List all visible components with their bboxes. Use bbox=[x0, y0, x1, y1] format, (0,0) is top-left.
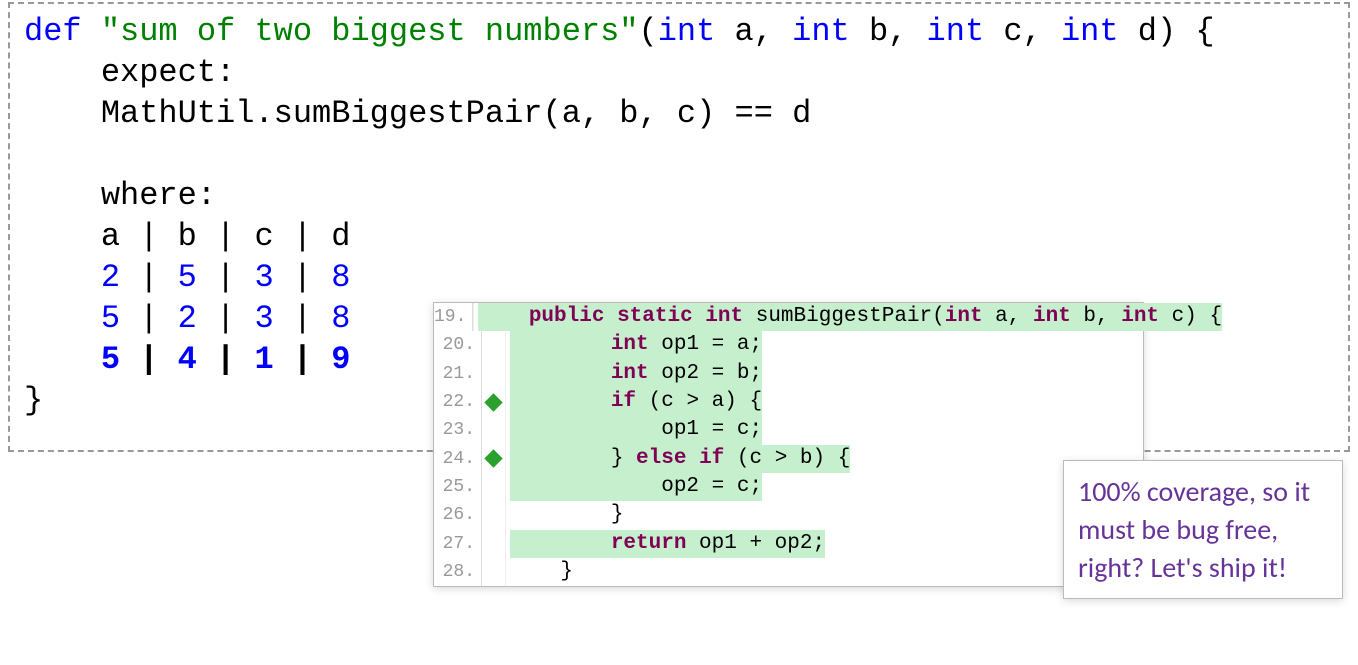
code-line-24: 24. } else if (c > b) { bbox=[434, 445, 1143, 473]
line-number: 20. bbox=[434, 331, 482, 359]
code-line-28: 28. } bbox=[434, 558, 1143, 586]
where-label: where: bbox=[24, 177, 216, 214]
code-line-23: 23. op1 = c; bbox=[434, 416, 1143, 444]
expect-label: expect: bbox=[24, 54, 235, 91]
coverage-diamond-icon bbox=[482, 388, 506, 416]
table-header: a | b | c | d bbox=[24, 218, 350, 255]
code-line-25: 25. op2 = c; bbox=[434, 473, 1143, 501]
line-number: 27. bbox=[434, 530, 482, 558]
code-line-21: 21. int op2 = b; bbox=[434, 360, 1143, 388]
test-method-name: "sum of two biggest numbers" bbox=[101, 13, 639, 50]
code-line-19: 19. public static int sumBiggestPair(int… bbox=[434, 303, 1143, 331]
keyword-def: def bbox=[24, 13, 82, 50]
code-line-26: 26. } bbox=[434, 501, 1143, 529]
line-number: 26. bbox=[434, 501, 482, 529]
line-number: 19. bbox=[434, 303, 473, 331]
line-number: 24. bbox=[434, 445, 482, 473]
line-number: 23. bbox=[434, 416, 482, 444]
assertion-line: MathUtil.sumBiggestPair(a, b, c) == d bbox=[24, 95, 811, 132]
code-line-20: 20. int op1 = a; bbox=[434, 331, 1143, 359]
callout-comment: 100% coverage, so it must be bug free, r… bbox=[1063, 460, 1343, 599]
code-line-22: 22. if (c > a) { bbox=[434, 388, 1143, 416]
ide-coverage-view: 19. public static int sumBiggestPair(int… bbox=[433, 302, 1144, 587]
line-number: 25. bbox=[434, 473, 482, 501]
coverage-diamond-icon bbox=[482, 445, 506, 473]
line-number: 22. bbox=[434, 388, 482, 416]
code-line-27: 27. return op1 + op2; bbox=[434, 530, 1143, 558]
line-number: 21. bbox=[434, 360, 482, 388]
line-number: 28. bbox=[434, 558, 482, 586]
